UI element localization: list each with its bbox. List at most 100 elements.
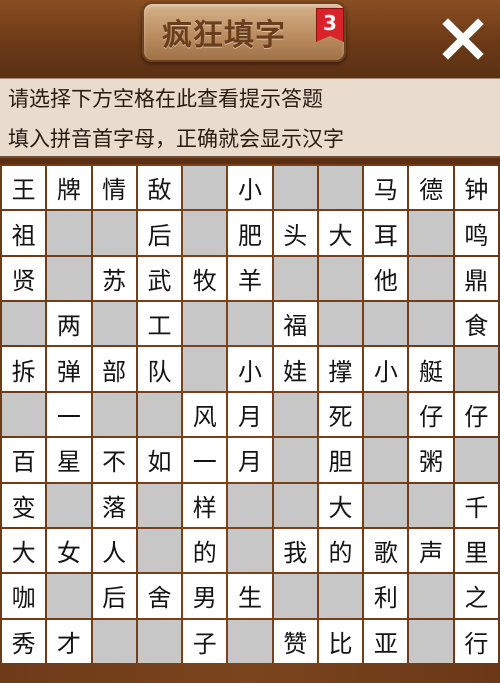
grid-cell-blocked bbox=[409, 302, 453, 346]
grid-cell[interactable]: 食 bbox=[454, 302, 498, 346]
grid-cell[interactable]: 小 bbox=[364, 347, 408, 391]
grid-cell[interactable]: 祖 bbox=[2, 211, 46, 255]
grid-cell[interactable]: 秀 bbox=[2, 619, 46, 663]
grid-cell[interactable]: 拆 bbox=[2, 347, 46, 391]
grid-cell-blocked bbox=[47, 211, 91, 255]
hint-text-line-2: 填入拼音首字母，正确就会显示汉字 bbox=[8, 127, 344, 151]
grid-cell[interactable]: 仔 bbox=[454, 392, 498, 437]
grid-cell[interactable]: 样 bbox=[183, 483, 227, 527]
grid-cell[interactable]: 的 bbox=[183, 528, 227, 573]
grid-cell[interactable]: 死 bbox=[318, 392, 363, 437]
grid-cell[interactable]: 之 bbox=[454, 574, 498, 618]
grid-cell-blocked bbox=[183, 347, 227, 391]
grid-cell[interactable]: 一 bbox=[47, 392, 91, 437]
grid-cell[interactable]: 月 bbox=[228, 438, 272, 482]
grid-cell[interactable]: 赞 bbox=[273, 619, 317, 663]
grid-cell[interactable]: 咖 bbox=[2, 574, 46, 618]
grid-cell-blocked bbox=[273, 166, 317, 210]
grid-cell[interactable]: 大 bbox=[318, 483, 363, 527]
grid-cell[interactable]: 撑 bbox=[318, 347, 363, 391]
grid-cell[interactable]: 歌 bbox=[364, 528, 408, 573]
grid-cell[interactable]: 耳 bbox=[364, 211, 408, 255]
grid-cell[interactable]: 生 bbox=[228, 574, 272, 618]
grid-cell[interactable]: 人 bbox=[92, 528, 136, 573]
grid-cell-blocked bbox=[318, 302, 363, 346]
grid-cell[interactable]: 马 bbox=[364, 166, 408, 210]
grid-cell-blocked bbox=[318, 574, 363, 618]
grid-cell[interactable]: 千 bbox=[454, 483, 498, 527]
grid-cell[interactable]: 比 bbox=[318, 619, 363, 663]
grid-cell[interactable]: 百 bbox=[2, 438, 46, 482]
grid-cell[interactable]: 武 bbox=[137, 256, 182, 301]
grid-cell[interactable]: 声 bbox=[409, 528, 453, 573]
grid-cell[interactable]: 小 bbox=[228, 166, 272, 210]
grid-cell[interactable]: 的 bbox=[318, 528, 363, 573]
grid-cell[interactable]: 羊 bbox=[228, 256, 272, 301]
grid-cell[interactable]: 粥 bbox=[409, 438, 453, 482]
grid-cell[interactable]: 牧 bbox=[183, 256, 227, 301]
grid-cell[interactable]: 钟 bbox=[454, 166, 498, 210]
grid-cell[interactable]: 如 bbox=[137, 438, 182, 482]
grid-cell[interactable]: 队 bbox=[137, 347, 182, 391]
grid-cell-blocked bbox=[273, 574, 317, 618]
grid-cell-blocked bbox=[364, 438, 408, 482]
grid-cell[interactable]: 舍 bbox=[137, 574, 182, 618]
grid-cell-blocked bbox=[47, 483, 91, 527]
grid-cell[interactable]: 德 bbox=[409, 166, 453, 210]
grid-cell[interactable]: 鼎 bbox=[454, 256, 498, 301]
grid-cell-blocked bbox=[409, 256, 453, 301]
puzzle-board: 王牌情敌小马德钟祖后肥头大耳鸣贤苏武牧羊他鼎两工福食拆弹部队小娃撑小艇一风月死仔… bbox=[0, 164, 500, 683]
grid-cell[interactable]: 里 bbox=[454, 528, 498, 573]
grid-cell-blocked bbox=[92, 302, 136, 346]
grid-cell[interactable]: 月 bbox=[228, 392, 272, 437]
grid-cell[interactable]: 他 bbox=[364, 256, 408, 301]
close-button[interactable] bbox=[438, 14, 488, 64]
grid-cell[interactable]: 弹 bbox=[47, 347, 91, 391]
grid-cell[interactable]: 利 bbox=[364, 574, 408, 618]
grid-cell[interactable]: 部 bbox=[92, 347, 136, 391]
grid-cell[interactable]: 落 bbox=[92, 483, 136, 527]
grid-cell[interactable]: 才 bbox=[47, 619, 91, 663]
grid-cell[interactable]: 变 bbox=[2, 483, 46, 527]
grid-cell-blocked bbox=[228, 302, 272, 346]
grid-cell[interactable]: 艇 bbox=[409, 347, 453, 391]
grid-cell[interactable]: 苏 bbox=[92, 256, 136, 301]
grid-cell[interactable]: 风 bbox=[183, 392, 227, 437]
grid-cell[interactable]: 贤 bbox=[2, 256, 46, 301]
grid-cell[interactable]: 福 bbox=[273, 302, 317, 346]
grid-cell-blocked bbox=[409, 574, 453, 618]
grid-cell[interactable]: 鸣 bbox=[454, 211, 498, 255]
grid-cell[interactable]: 一 bbox=[183, 438, 227, 482]
grid-cell[interactable]: 大 bbox=[2, 528, 46, 573]
grid-cell[interactable]: 亚 bbox=[364, 619, 408, 663]
grid-cell[interactable]: 后 bbox=[137, 211, 182, 255]
grid-cell[interactable]: 小 bbox=[228, 347, 272, 391]
grid-cell[interactable]: 工 bbox=[137, 302, 182, 346]
grid-cell[interactable]: 子 bbox=[183, 619, 227, 663]
grid-cell-blocked bbox=[409, 483, 453, 527]
grid-cell[interactable]: 王 bbox=[2, 166, 46, 210]
grid-cell[interactable]: 大 bbox=[318, 211, 363, 255]
close-icon bbox=[442, 18, 484, 60]
game-title: 疯狂填字 bbox=[162, 18, 286, 53]
grid-cell[interactable]: 两 bbox=[47, 302, 91, 346]
grid-cell-blocked bbox=[47, 574, 91, 618]
grid-cell-blocked bbox=[318, 166, 363, 210]
grid-cell[interactable]: 星 bbox=[47, 438, 91, 482]
grid-cell[interactable]: 不 bbox=[92, 438, 136, 482]
grid-cell[interactable]: 男 bbox=[183, 574, 227, 618]
grid-cell-blocked bbox=[183, 211, 227, 255]
grid-cell[interactable]: 情 bbox=[92, 166, 136, 210]
grid-cell-blocked bbox=[364, 392, 408, 437]
grid-cell[interactable]: 行 bbox=[454, 619, 498, 663]
grid-cell[interactable]: 头 bbox=[273, 211, 317, 255]
grid-cell[interactable]: 牌 bbox=[47, 166, 91, 210]
grid-cell[interactable]: 敌 bbox=[137, 166, 182, 210]
grid-cell[interactable]: 娃 bbox=[273, 347, 317, 391]
grid-cell[interactable]: 我 bbox=[273, 528, 317, 573]
grid-cell[interactable]: 肥 bbox=[228, 211, 272, 255]
grid-cell[interactable]: 后 bbox=[92, 574, 136, 618]
grid-cell[interactable]: 仔 bbox=[409, 392, 453, 437]
grid-cell[interactable]: 女 bbox=[47, 528, 91, 573]
grid-cell[interactable]: 胆 bbox=[318, 438, 363, 482]
